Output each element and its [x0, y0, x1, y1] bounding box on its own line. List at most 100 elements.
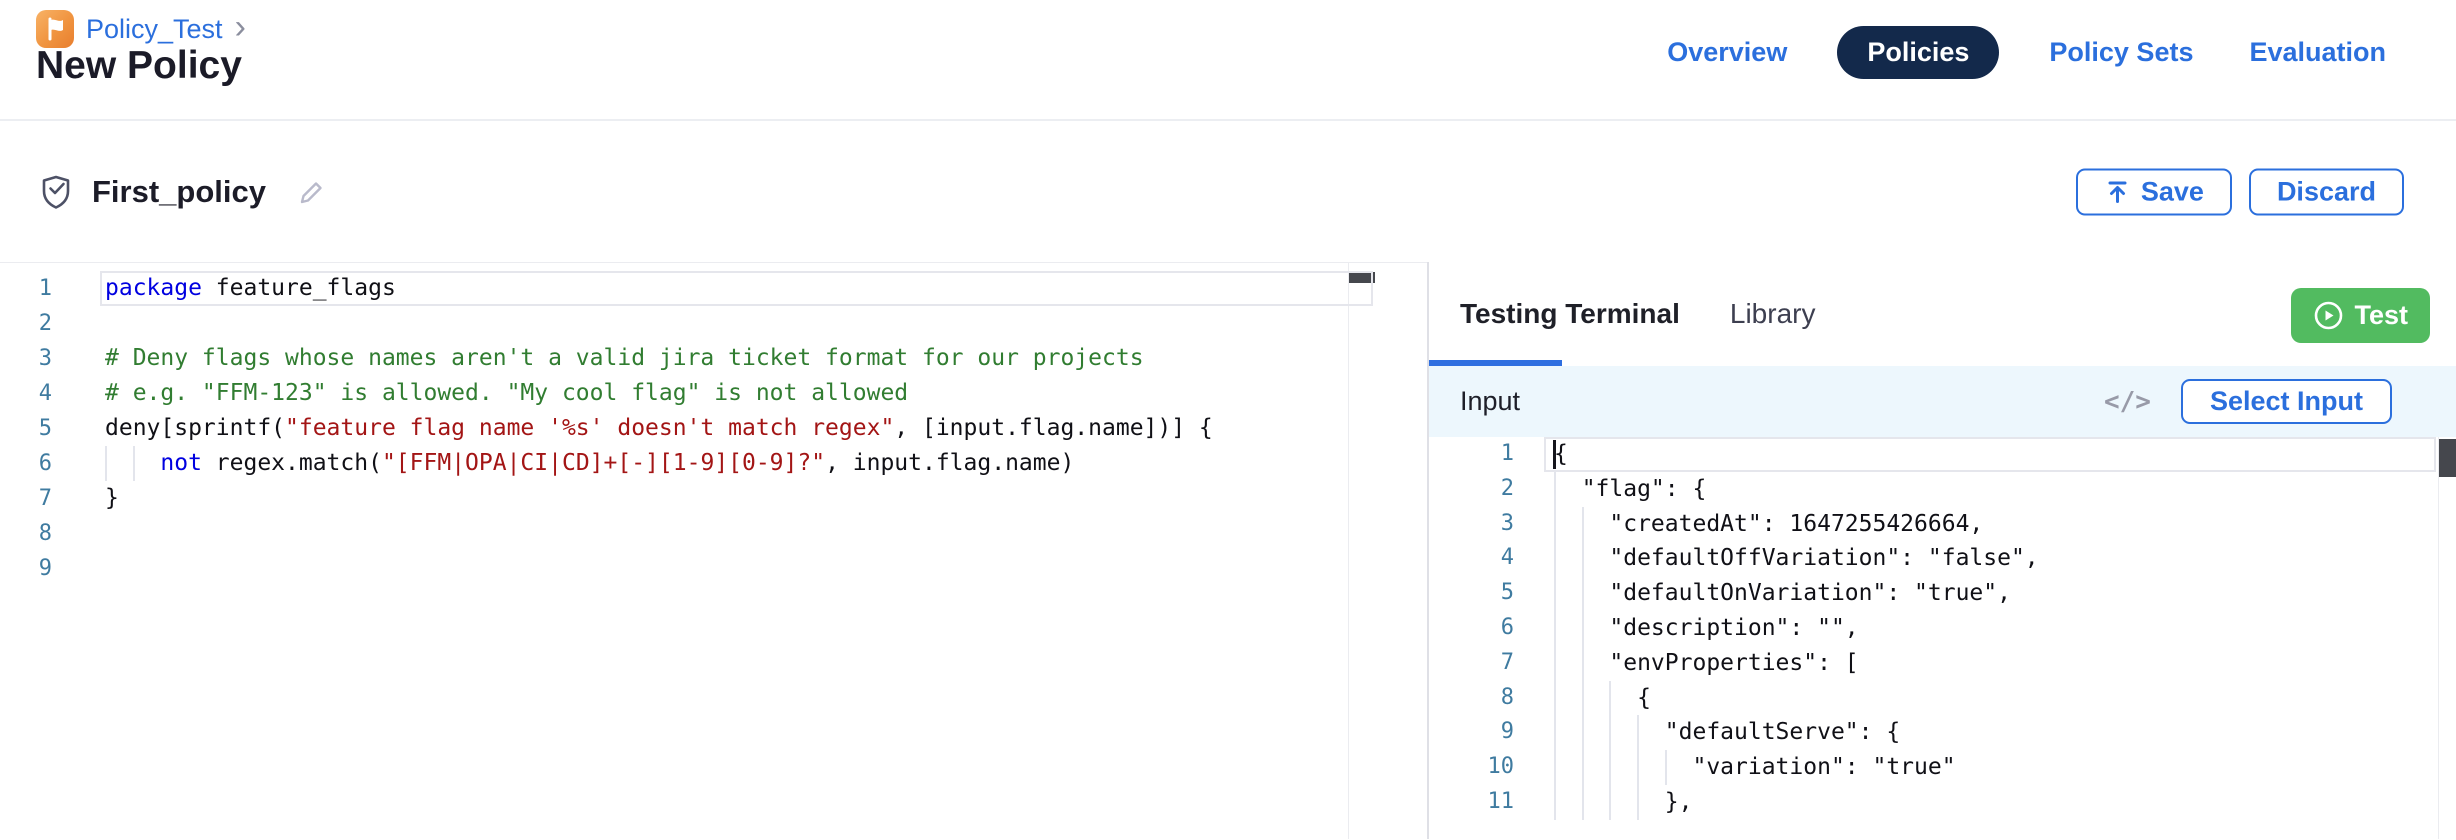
code-token: "description": "", [1554, 615, 1859, 641]
code-token: "envProperties": [ [1554, 650, 1859, 676]
test-button[interactable]: Test [2291, 288, 2430, 343]
json-scrollbar-thumb[interactable] [2439, 439, 2456, 477]
line-number: 2 [0, 306, 52, 341]
select-input-button[interactable]: Select Input [2181, 379, 2392, 424]
indent-guide [1637, 715, 1639, 750]
code-token: package [105, 275, 202, 301]
indent-guide [1609, 681, 1611, 716]
code-token: deny[sprintf( [105, 415, 285, 441]
line-number: 6 [1429, 611, 1514, 646]
indent-guide [1582, 715, 1584, 750]
save-button[interactable]: Save [2076, 168, 2232, 215]
line-content: "createdAt": 1647255426664, [1554, 507, 2456, 542]
line-content: # e.g. "FFM-123" is allowed. "My cool fl… [105, 376, 1427, 411]
indent-guide [1582, 541, 1584, 576]
discard-button[interactable]: Discard [2249, 168, 2404, 215]
code-token: "defaultServe": { [1554, 719, 1900, 745]
line-content: { [1554, 437, 2456, 472]
indent-guide [1582, 576, 1584, 611]
indent-guide [1554, 472, 1556, 507]
code-line: 8 [0, 516, 1427, 551]
code-token: # e.g. "FFM-123" is allowed. "My cool fl… [105, 380, 908, 406]
line-number: 10 [1429, 750, 1514, 785]
line-number: 9 [1429, 715, 1514, 750]
code-line: 5 "defaultOnVariation": "true", [1429, 576, 2456, 611]
line-number: 8 [1429, 681, 1514, 716]
tab-library[interactable]: Library [1730, 298, 1816, 330]
tab-overview[interactable]: Overview [1661, 26, 1793, 79]
input-json-editor[interactable]: 1{2 "flag": {3 "createdAt": 164725542666… [1429, 437, 2456, 839]
input-toolbar: Input </> Select Input [1429, 366, 2456, 437]
input-label: Input [1460, 386, 1520, 417]
tab-policy-sets[interactable]: Policy Sets [2043, 26, 2199, 79]
play-icon [2313, 300, 2344, 331]
line-content: "defaultOffVariation": "false", [1554, 541, 2456, 576]
breadcrumb: Policy_Test › [36, 10, 246, 48]
breadcrumb-project-link[interactable]: Policy_Test [86, 14, 223, 45]
code-token: "feature flag name '%s' doesn't match re… [285, 415, 894, 441]
indent-guide [1554, 681, 1556, 716]
tab-policies[interactable]: Policies [1837, 26, 1999, 79]
testing-terminal-panel: Testing Terminal Library Test Input </> … [1427, 262, 2456, 839]
policy-header-bar: First_policy Save Discard [0, 121, 2456, 262]
line-number: 2 [1429, 472, 1514, 507]
code-view-toggle-icon[interactable]: </> [2104, 387, 2151, 417]
code-line: 3 "createdAt": 1647255426664, [1429, 507, 2456, 542]
indent-guide [1554, 785, 1556, 820]
tab-testing-terminal[interactable]: Testing Terminal [1460, 298, 1680, 330]
line-number: 8 [0, 516, 52, 551]
rego-code-lines[interactable]: 1package feature_flags23# Deny flags who… [0, 263, 1427, 586]
indent-guide [1554, 611, 1556, 646]
line-number: 9 [0, 551, 52, 586]
line-number: 4 [0, 376, 52, 411]
code-token: , input.flag.name) [825, 450, 1074, 476]
indent-guide [1582, 507, 1584, 542]
indent-guide [1609, 715, 1611, 750]
line-content [105, 306, 1427, 341]
line-number: 3 [0, 341, 52, 376]
line-number: 6 [0, 446, 52, 481]
indent-guide [1582, 611, 1584, 646]
line-content [105, 551, 1427, 586]
line-content: # Deny flags whose names aren't a valid … [105, 341, 1427, 376]
line-content: { [1554, 681, 2456, 716]
code-line: 7} [0, 481, 1427, 516]
code-line: 9 [0, 551, 1427, 586]
edit-policy-name-button[interactable] [296, 176, 328, 208]
policy-shield-icon [36, 172, 76, 212]
code-line: 6 not regex.match("[FFM|OPA|CI|CD]+[-][1… [0, 446, 1427, 481]
line-content: "flag": { [1554, 472, 2456, 507]
line-number: 7 [0, 481, 52, 516]
line-number: 11 [1429, 785, 1514, 820]
indent-guide [1665, 750, 1667, 785]
feature-flags-module-icon[interactable] [36, 10, 74, 48]
indent-guide [105, 446, 107, 481]
terminal-tabs: Testing Terminal Library Test [1429, 262, 2456, 366]
line-content: "defaultOnVariation": "true", [1554, 576, 2456, 611]
code-line: 4 # e.g. "FFM-123" is allowed. "My cool f… [0, 376, 1427, 411]
code-token: "flag": { [1554, 476, 1706, 502]
code-line: 9 "defaultServe": { [1429, 715, 2456, 750]
indent-guide [1582, 750, 1584, 785]
code-token: # Deny flags whose names aren't a valid … [105, 345, 1144, 371]
page-header: Policy_Test › New Policy Overview Polici… [0, 0, 2456, 121]
code-token: }, [1554, 789, 1692, 815]
nav-tabs: Overview Policies Policy Sets Evaluation [1661, 26, 2392, 79]
line-number: 5 [1429, 576, 1514, 611]
upload-icon [2104, 178, 2131, 205]
code-line: 5deny[sprintf("feature flag name '%s' do… [0, 411, 1427, 446]
code-line: 7 "envProperties": [ [1429, 646, 2456, 681]
code-line: 4 "defaultOffVariation": "false", [1429, 541, 2456, 576]
indent-guide [1554, 576, 1556, 611]
indent-guide [1609, 785, 1611, 820]
line-content [105, 516, 1427, 551]
policy-code-editor[interactable]: 1package feature_flags23# Deny flags who… [0, 262, 1427, 839]
tab-evaluation[interactable]: Evaluation [2243, 26, 2392, 79]
code-line: 1package feature_flags [0, 271, 1427, 306]
line-number: 1 [0, 271, 52, 306]
indent-guide [1637, 785, 1639, 820]
code-token: "[FFM|OPA|CI|CD]+[-][1-9][0-9]?" [382, 450, 825, 476]
code-token: } [105, 485, 119, 511]
code-token: "defaultOffVariation": "false", [1554, 545, 2039, 571]
line-content: not regex.match("[FFM|OPA|CI|CD]+[-][1-9… [105, 446, 1427, 481]
